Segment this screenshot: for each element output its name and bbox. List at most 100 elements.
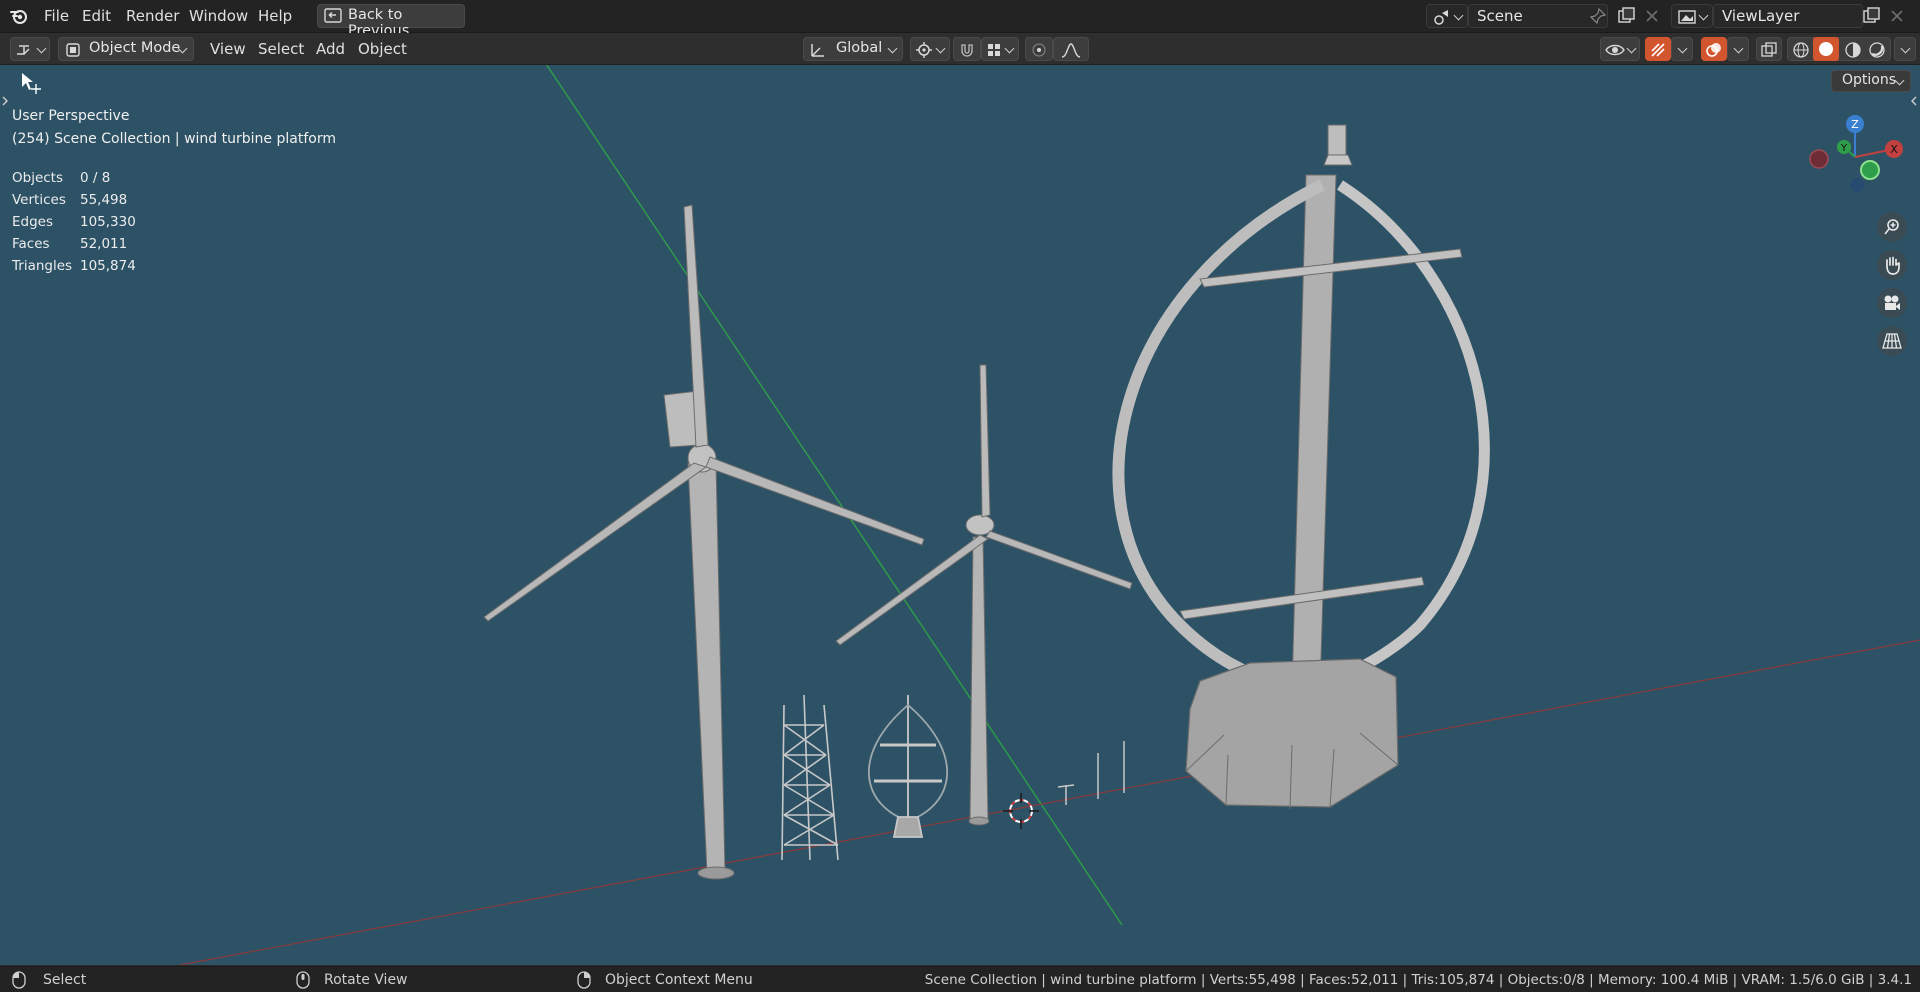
scene-name-field[interactable]: Scene — [1468, 4, 1608, 28]
stat-value: 105,330 — [80, 214, 136, 230]
snap-toggle-button[interactable] — [953, 37, 981, 61]
overlays-options-dropdown[interactable] — [1727, 37, 1749, 61]
stat-value: 55,498 — [80, 192, 128, 208]
gizmo-options-dropdown[interactable] — [1671, 37, 1693, 61]
wireframe-shading-icon[interactable] — [1792, 41, 1810, 59]
scene-icon — [1434, 10, 1448, 25]
transform-orientation-dropdown[interactable]: Global — [803, 37, 903, 61]
object-mode-icon — [66, 43, 80, 57]
sidebar-expand-icon[interactable] — [1910, 95, 1918, 107]
new-view-layer-icon[interactable] — [1862, 6, 1882, 26]
menu-select[interactable]: Select — [258, 40, 304, 58]
camera-view-button[interactable] — [1877, 288, 1907, 318]
scene-browse-button[interactable] — [1426, 4, 1468, 28]
chevron-down-icon — [1900, 43, 1911, 54]
back-to-previous-button[interactable]: Back to Previous — [317, 4, 465, 39]
xray-toggle-button[interactable] — [1756, 37, 1782, 61]
options-dropdown[interactable]: Options — [1831, 70, 1911, 92]
mouse-middle-icon — [296, 971, 310, 989]
zoom-magnifier-icon — [1884, 219, 1899, 235]
stat-label: Edges — [12, 214, 54, 230]
view-layer-name-field[interactable]: ViewLayer — [1713, 4, 1863, 28]
3d-cursor — [1003, 793, 1039, 829]
proportional-dot-icon — [1032, 43, 1046, 57]
menu-add[interactable]: Add — [316, 40, 345, 58]
perspective-toggle-button[interactable] — [1877, 326, 1907, 356]
editor-type-button[interactable] — [10, 37, 50, 61]
gizmo-neg-z-axis — [1850, 178, 1864, 192]
large-darrieus-turbine — [1112, 124, 1490, 810]
gizmo-y-label: Y — [1840, 143, 1848, 154]
menu-window[interactable]: Window — [189, 7, 248, 25]
rendered-shading-icon[interactable] — [1868, 41, 1886, 59]
menu-edit[interactable]: Edit — [82, 7, 111, 25]
status-scene-info: Scene Collection | wind turbine platform… — [924, 972, 1912, 988]
menu-view[interactable]: View — [210, 40, 246, 58]
overlays-toggle-button[interactable] — [1701, 37, 1727, 61]
falloff-dropdown[interactable] — [1053, 37, 1089, 61]
y-axis-line — [545, 65, 1123, 926]
chevron-down-icon — [36, 43, 47, 54]
gizmo-x-label: X — [1890, 143, 1898, 156]
mode-dropdown[interactable]: Object Mode — [58, 37, 194, 61]
pan-button[interactable] — [1877, 250, 1907, 280]
3d-viewport[interactable]: User Perspective (254) Scene Collection … — [0, 65, 1920, 965]
menu-help[interactable]: Help — [258, 7, 292, 25]
navigation-gizmo[interactable]: Z X Y — [1800, 107, 1910, 197]
viewport-header: Object Mode View Select Add Object Globa… — [0, 33, 1920, 65]
collection-label: (254) Scene Collection | wind turbine pl… — [12, 131, 336, 147]
chevron-down-icon — [1733, 43, 1744, 54]
snap-grid-icon — [988, 44, 1000, 56]
snap-target-dropdown[interactable] — [981, 37, 1019, 61]
status-select-hint: Select — [43, 972, 87, 988]
small-darrieus-turbine — [868, 695, 948, 838]
magnet-icon — [961, 44, 973, 57]
pivot-point-button[interactable] — [910, 37, 950, 61]
lattice-tower — [781, 694, 839, 861]
solid-shading-icon — [1819, 42, 1833, 56]
options-label: Options — [1842, 72, 1897, 88]
delete-scene-icon[interactable] — [1644, 8, 1660, 24]
falloff-curve-icon — [1061, 43, 1081, 58]
zoom-button[interactable] — [1877, 212, 1907, 242]
transform-orientation-label: Global — [836, 40, 883, 56]
gizmo-icon — [1651, 43, 1665, 57]
shading-options-dropdown[interactable] — [1894, 37, 1916, 61]
material-shading-icon[interactable] — [1844, 41, 1862, 59]
perspective-label: User Perspective — [12, 108, 130, 124]
solid-shading-button[interactable] — [1813, 37, 1839, 61]
scene-name: Scene — [1477, 7, 1523, 25]
mode-label: Object Mode — [89, 40, 181, 56]
3d-viewport-icon — [17, 45, 30, 55]
pin-icon[interactable] — [1590, 8, 1606, 24]
xray-icon — [1761, 42, 1777, 57]
visibility-dropdown[interactable] — [1600, 37, 1640, 61]
eye-icon — [1605, 44, 1625, 56]
menu-object[interactable]: Object — [358, 40, 407, 58]
toolbar-expand-icon[interactable] — [1, 95, 9, 107]
menu-file[interactable]: File — [44, 7, 69, 25]
delete-view-layer-icon[interactable] — [1889, 8, 1905, 24]
gizmo-toggle-button[interactable] — [1645, 37, 1671, 61]
blender-logo-icon[interactable] — [9, 6, 29, 26]
new-scene-icon[interactable] — [1617, 6, 1637, 26]
status-context-hint: Object Context Menu — [605, 972, 753, 988]
camera-icon — [1884, 295, 1900, 310]
medium-horizontal-turbine — [835, 364, 1133, 826]
chevron-down-icon — [935, 43, 946, 54]
stat-value: 52,011 — [80, 236, 128, 252]
view-layer-icon — [1678, 10, 1696, 24]
chevron-down-icon — [1698, 10, 1709, 21]
status-bar: Select Rotate View Object Context Menu S… — [0, 966, 1920, 992]
gizmo-neg-y-axis — [1860, 160, 1880, 180]
select-tool-icon[interactable] — [20, 72, 44, 96]
x-axis-line — [179, 639, 1920, 965]
chevron-down-icon — [1677, 43, 1688, 54]
orientation-axes-icon — [811, 44, 824, 57]
proportional-editing-button[interactable] — [1025, 37, 1053, 61]
mouse-right-icon — [577, 971, 591, 989]
view-layer-browse-button[interactable] — [1671, 4, 1713, 28]
shading-mode-group — [1787, 37, 1891, 61]
menu-render[interactable]: Render — [126, 7, 179, 25]
stat-label: Vertices — [12, 192, 66, 208]
